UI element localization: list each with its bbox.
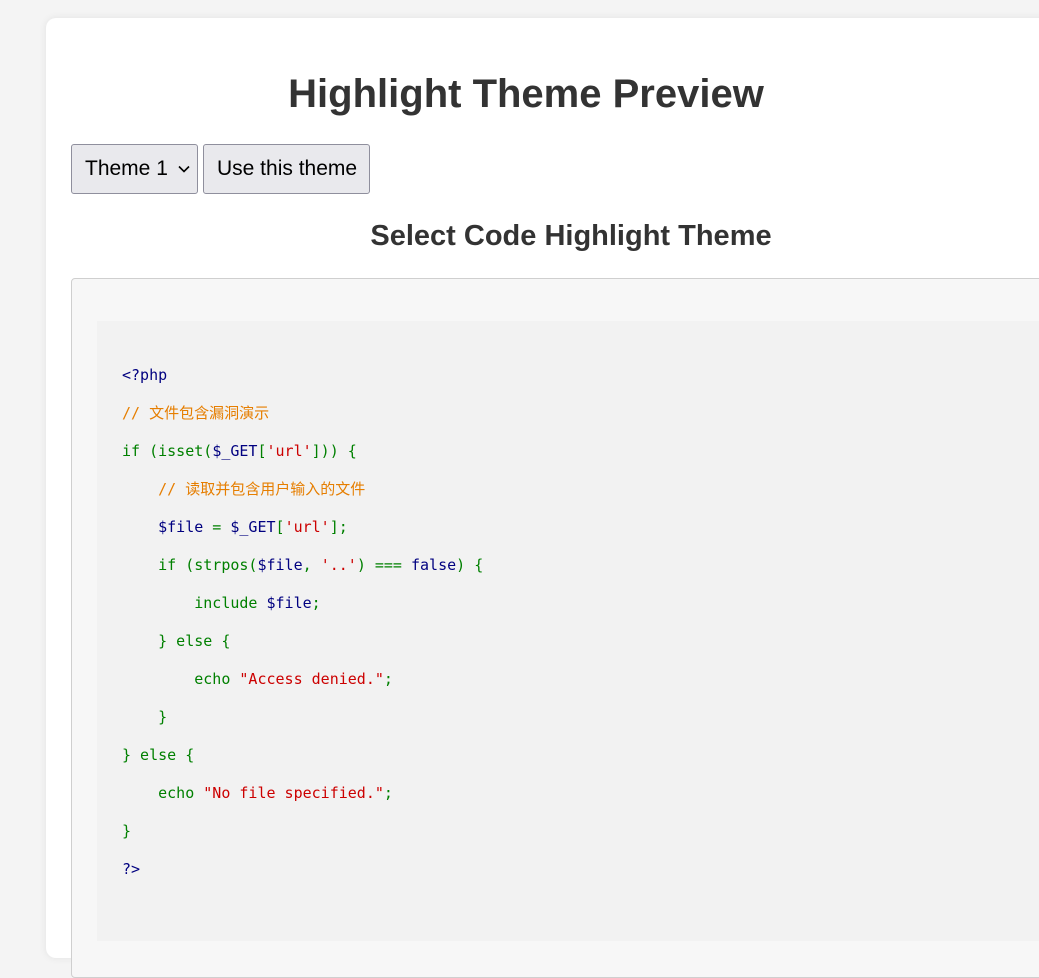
code-line: // 读取并包含用户输入的文件 bbox=[158, 480, 366, 498]
code-line: ?> bbox=[122, 860, 141, 878]
theme-select[interactable]: Theme 1 bbox=[71, 144, 198, 194]
section-subtitle: Select Code Highlight Theme bbox=[370, 220, 772, 252]
code-line: echo "No file specified."; bbox=[158, 784, 393, 802]
code-line: } bbox=[122, 822, 132, 840]
page-title: Highlight Theme Preview bbox=[288, 72, 764, 116]
theme-select-value: Theme 1 bbox=[85, 157, 168, 180]
code-line: } else { bbox=[158, 632, 231, 650]
code-line: } else { bbox=[122, 746, 195, 764]
code-line: $file = $_GET['url']; bbox=[158, 518, 348, 536]
code-line: } bbox=[158, 708, 168, 726]
code-line: echo "Access denied."; bbox=[194, 670, 393, 688]
theme-controls: Theme 1 Use this theme bbox=[71, 144, 371, 194]
code-listing: <?php // 文件包含漏洞演示 if (isset($_GET['url']… bbox=[122, 366, 483, 898]
code-line: if (isset($_GET['url'])) { bbox=[122, 442, 357, 460]
code-line: if (strpos($file, '..') === false) { bbox=[158, 556, 484, 574]
chevron-down-icon bbox=[178, 165, 190, 173]
use-theme-button[interactable]: Use this theme bbox=[203, 144, 371, 194]
code-line: <?php bbox=[122, 366, 168, 384]
code-line: include $file; bbox=[194, 594, 321, 612]
code-line: // 文件包含漏洞演示 bbox=[122, 404, 270, 422]
